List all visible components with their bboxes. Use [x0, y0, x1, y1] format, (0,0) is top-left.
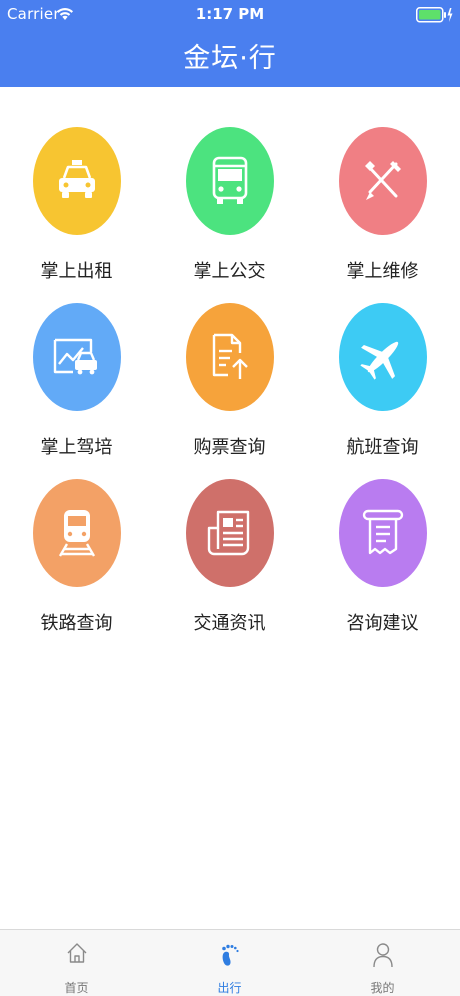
tab-label: 出行: [217, 981, 242, 995]
footprint-icon: [153, 942, 306, 968]
tile-ticket-query[interactable]: 购票查询: [153, 263, 306, 458]
person-icon: [306, 942, 459, 968]
tile-railway-query[interactable]: 铁路查询: [0, 439, 153, 634]
tile-repair[interactable]: 掌上维修: [306, 87, 459, 282]
scroll-icon: [339, 479, 427, 587]
tab-home[interactable]: 首页: [0, 930, 153, 996]
tile-label: 铁路查询: [40, 613, 113, 634]
tile-feedback[interactable]: 咨询建议: [306, 439, 459, 634]
tab-travel[interactable]: 出行: [153, 930, 306, 996]
news-icon: [186, 479, 274, 587]
tile-flight-query[interactable]: 航班查询: [306, 263, 459, 458]
tile-traffic-news[interactable]: 交通资讯: [153, 439, 306, 634]
bus-icon: [186, 127, 274, 235]
tile-label: 交通资讯: [193, 613, 266, 634]
status-time: 1:17 PM: [195, 5, 265, 23]
ticket-upload-icon: [186, 303, 274, 411]
tab-bar: 首页 出行 我的: [0, 929, 460, 996]
tile-label: 咨询建议: [346, 613, 419, 634]
wrench-pencil-icon: [339, 127, 427, 235]
driving-school-icon: [33, 303, 121, 411]
tab-label: 首页: [64, 981, 89, 995]
status-bar: Carrier 1:17 PM: [0, 0, 460, 30]
tile-bus[interactable]: 掌上公交: [153, 87, 306, 282]
home-icon: [0, 942, 153, 964]
tile-taxi[interactable]: 掌上出租: [0, 87, 153, 282]
battery-icon: [416, 7, 454, 27]
taxi-icon: [33, 127, 121, 235]
page-title: 金坛·行: [183, 43, 277, 74]
tab-label: 我的: [370, 981, 395, 995]
airplane-icon: [339, 303, 427, 411]
header-bar: Carrier 1:17 PM 金坛·行: [0, 0, 460, 87]
tile-driving-school[interactable]: 掌上驾培: [0, 263, 153, 458]
train-icon: [33, 479, 121, 587]
tab-mine[interactable]: 我的: [306, 930, 459, 996]
